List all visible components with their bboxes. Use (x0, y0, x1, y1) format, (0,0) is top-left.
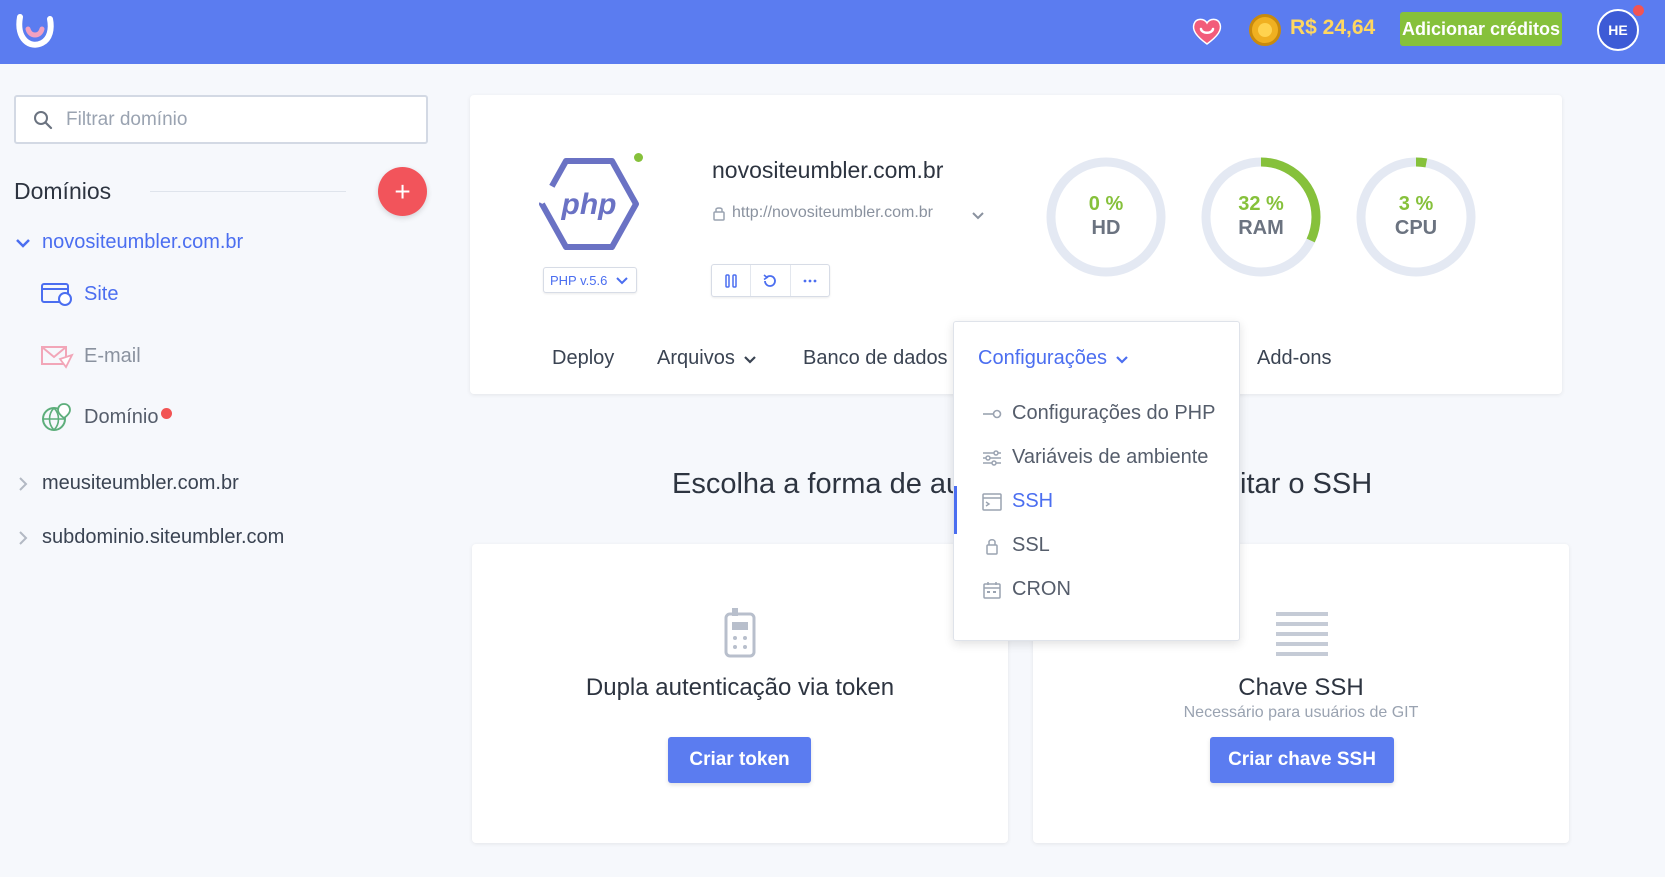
sidebar-item-label: Site (84, 282, 119, 305)
pause-icon (725, 273, 737, 288)
more-icon (803, 279, 817, 282)
domain-item-meusiteumbler[interactable]: meusiteumbler.com.br (14, 472, 239, 495)
chevron-right-icon (19, 476, 28, 491)
chevron-down-icon[interactable] (970, 207, 986, 223)
balance-amount: R$ 24,64 (1290, 16, 1376, 39)
domain-label: subdominio.siteumbler.com (42, 526, 285, 548)
create-ssh-key-button[interactable]: Criar chave SSH (1210, 737, 1394, 783)
tab-label: Deploy (552, 347, 615, 369)
coin-icon (1249, 14, 1281, 46)
divider (150, 191, 346, 192)
card-title: Chave SSH (1238, 674, 1364, 701)
gauge-label: RAM (1238, 217, 1284, 239)
globe-icon (42, 403, 71, 431)
umbler-logo[interactable] (12, 9, 56, 53)
chevron-down-icon (16, 238, 30, 248)
domains-heading: Domínios (14, 178, 112, 204)
section-title-left: Escolha a forma de au (672, 468, 963, 500)
menu-item-env-vars[interactable]: Variáveis de ambiente (982, 446, 1208, 469)
gauge-value: 0 % (1088, 193, 1124, 215)
search-icon (34, 111, 53, 130)
domain-item-subdominio[interactable]: subdominio.siteumbler.com (14, 526, 284, 549)
restart-button[interactable] (751, 265, 791, 296)
tab-label: Banco de dados (803, 347, 948, 369)
tab-deploy[interactable]: Deploy (552, 347, 614, 370)
site-name: novositeumbler.com.br (712, 157, 944, 183)
domain-label: meusiteumbler.com.br (42, 472, 239, 494)
terminal-icon (982, 492, 1002, 511)
phone-icon (724, 608, 756, 658)
card-title: Dupla autenticação via token (585, 674, 895, 701)
gauge-ram: 32 % RAM (1199, 155, 1323, 279)
tab-label: Configurações (978, 347, 1107, 369)
menu-item-label: Variáveis de ambiente (1012, 446, 1209, 468)
more-options-button[interactable] (791, 265, 829, 296)
calendar-icon (983, 581, 1001, 599)
tab-label: Add-ons (1257, 347, 1332, 369)
section-title-right: itar o SSH (1240, 468, 1373, 500)
active-indicator (954, 486, 957, 534)
tab-arquivos[interactable]: Arquivos (657, 347, 757, 370)
create-token-button[interactable]: Criar token (668, 737, 811, 783)
chevron-down-icon (744, 355, 756, 364)
sidebar-item-email[interactable]: E-mail (40, 341, 141, 371)
user-avatar[interactable]: HE (1597, 9, 1639, 51)
sliders-icon (983, 449, 1001, 466)
php-logo-icon: php (539, 158, 639, 250)
toggle-icon (983, 409, 1002, 418)
add-credits-button[interactable]: Adicionar créditos (1400, 12, 1562, 46)
notification-dot (1633, 5, 1644, 16)
top-bar: R$ 24,64 Adicionar créditos HE (0, 0, 1665, 64)
domain-item-novositeumbler[interactable]: novositeumbler.com.br (14, 231, 243, 254)
lock-icon (713, 207, 725, 221)
tab-banco-de-dados[interactable]: Banco de dados (803, 347, 948, 370)
heart-icon[interactable] (1190, 14, 1224, 48)
sidebar-item-label: Domínio (84, 405, 159, 428)
status-online-dot (634, 153, 643, 162)
gauge-label: CPU (1394, 217, 1438, 239)
site-icon (41, 283, 72, 306)
sidebar-item-label: E-mail (84, 344, 141, 367)
site-actions-group (711, 264, 830, 297)
gauge-value: 3 % (1398, 193, 1434, 215)
restart-icon (763, 273, 777, 287)
chevron-right-icon (19, 530, 28, 545)
sidebar-item-domain[interactable]: Domínio (40, 402, 158, 432)
gauge-label: HD (1091, 217, 1121, 239)
domain-filter (14, 95, 428, 144)
menu-item-ssl[interactable]: SSL (982, 534, 1050, 557)
site-url-text: http://novositeumbler.com.br (732, 204, 933, 221)
lock-icon (986, 538, 998, 555)
sidebar-item-site[interactable]: Site (40, 279, 118, 309)
domain-label: novositeumbler.com.br (42, 231, 244, 253)
domain-filter-input[interactable] (66, 107, 416, 133)
pause-button[interactable] (712, 265, 752, 296)
configuracoes-dropdown: Configurações Configurações do PHP Variá… (953, 321, 1240, 641)
email-icon (41, 346, 74, 369)
token-auth-card: Dupla autenticação via token Criar token (472, 544, 1008, 843)
menu-item-label: CRON (1012, 578, 1071, 600)
domain-alert-dot (161, 408, 172, 419)
php-logo-text: php (561, 188, 617, 221)
tab-label: Arquivos (657, 347, 735, 369)
lines-icon (1276, 612, 1328, 656)
chevron-down-icon (1116, 355, 1128, 364)
tab-configuracoes[interactable]: Configurações (978, 347, 1129, 370)
card-subtitle: Necessário para usuários de GIT (1183, 704, 1419, 721)
php-version-select[interactable]: PHP v.5.6 (543, 267, 637, 293)
php-version-label: PHP v.5.6 (550, 272, 608, 288)
add-domain-button[interactable]: + (378, 167, 427, 216)
menu-item-label: SSH (1012, 490, 1054, 512)
gauge-value: 32 % (1238, 193, 1284, 215)
gauge-cpu: 3 % CPU (1354, 155, 1478, 279)
gauge-hd: 0 % HD (1044, 155, 1168, 279)
site-url-link[interactable]: http://novositeumbler.com.br (712, 204, 933, 222)
chevron-down-icon (616, 277, 628, 285)
menu-item-php-config[interactable]: Configurações do PHP (982, 402, 1215, 425)
menu-item-ssh[interactable]: SSH (982, 490, 1053, 513)
menu-item-label: SSL (1012, 534, 1050, 556)
menu-item-cron[interactable]: CRON (982, 578, 1071, 601)
tab-add-ons[interactable]: Add-ons (1257, 347, 1332, 370)
menu-item-label: Configurações do PHP (1012, 402, 1216, 424)
